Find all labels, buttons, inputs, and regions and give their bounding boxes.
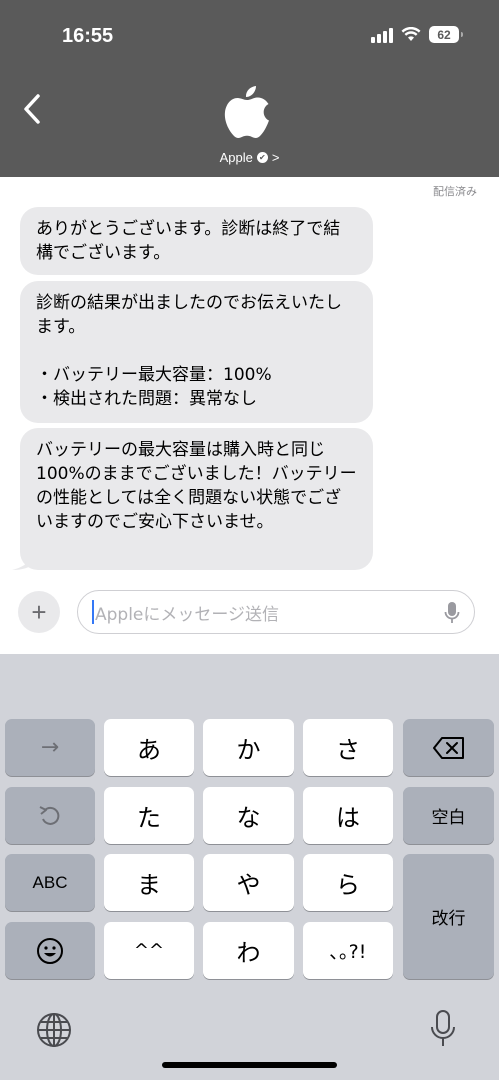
backspace-icon <box>432 736 464 759</box>
space-key[interactable]: 空白 <box>403 787 494 844</box>
contact-name[interactable]: Apple <box>220 150 253 165</box>
punctuation-key[interactable]: ､｡?! <box>303 922 393 979</box>
kana-key-ha[interactable]: は <box>303 787 393 844</box>
add-attachment-button[interactable]: + <box>18 591 60 633</box>
undo-key[interactable] <box>5 787 95 844</box>
globe-icon[interactable] <box>36 1012 72 1048</box>
apple-logo-icon[interactable] <box>222 84 272 140</box>
kana-key-ra[interactable]: ら <box>303 854 393 911</box>
delete-key[interactable] <box>403 719 494 776</box>
home-indicator <box>162 1062 337 1068</box>
message-bubble-2[interactable]: 診断の結果が出ましたのでお伝えいたします。 ・バッテリー最大容量：100% ・検… <box>20 281 373 423</box>
message-input[interactable]: Appleにメッセージ送信 <box>77 590 475 634</box>
back-chevron-icon[interactable] <box>18 92 48 126</box>
status-icons: 62 <box>371 26 463 43</box>
emoji-icon <box>37 937 63 964</box>
kana-key-ta[interactable]: た <box>104 787 194 844</box>
japanese-kana-keyboard: → ABC あ か さ た な は ま や ら ^^ わ ､｡?! 空白 改行 <box>0 654 499 1080</box>
conversation-header: 16:55 62 Apple ✔ > <box>0 0 499 177</box>
dictation-mic-icon[interactable] <box>444 601 460 625</box>
message-bubble-1[interactable]: ありがとうございます。診断は終了で結構でございます。 <box>20 207 373 275</box>
kana-key-ya[interactable]: や <box>203 854 294 911</box>
text-cursor <box>92 600 94 624</box>
kana-key-a[interactable]: あ <box>104 719 194 776</box>
dictation-key-mic-icon[interactable] <box>430 1010 456 1048</box>
kana-key-wa[interactable]: わ <box>203 922 294 979</box>
contact-chevron[interactable]: > <box>272 150 280 165</box>
abc-mode-key[interactable]: ABC <box>5 854 95 911</box>
emoji-key[interactable] <box>5 922 95 979</box>
kana-key-na[interactable]: な <box>203 787 294 844</box>
next-candidate-arrow-key[interactable]: → <box>5 719 95 776</box>
verified-badge-icon: ✔ <box>256 152 268 163</box>
cellular-signal-icon <box>371 27 393 43</box>
delivered-status: 配信済み <box>433 185 477 198</box>
message-bubble-3[interactable]: バッテリーの最大容量は購入時と同じ100%のままでございました！バッテリーの性能… <box>20 428 373 570</box>
kana-key-ka[interactable]: か <box>203 719 294 776</box>
kaomoji-key[interactable]: ^^ <box>104 922 194 979</box>
bubble-tail-icon <box>12 548 36 570</box>
kana-key-ma[interactable]: ま <box>104 854 194 911</box>
contact-name-row[interactable]: Apple ✔ > <box>0 150 499 165</box>
wifi-icon <box>401 27 421 41</box>
battery-icon: 62 <box>429 26 463 43</box>
message-input-placeholder: Appleにメッセージ送信 <box>95 604 280 625</box>
kana-key-sa[interactable]: さ <box>303 719 393 776</box>
status-time: 16:55 <box>62 25 114 47</box>
undo-icon <box>39 805 60 825</box>
return-key[interactable]: 改行 <box>403 854 494 979</box>
